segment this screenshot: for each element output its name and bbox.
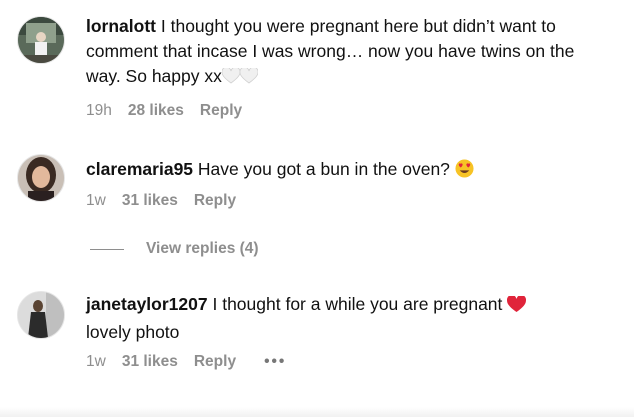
- avatar[interactable]: [17, 16, 65, 64]
- likes-count[interactable]: 28 likes: [128, 102, 184, 120]
- avatar-photo-icon: [18, 292, 64, 338]
- bottom-fade: [0, 407, 634, 417]
- likes-count[interactable]: 31 likes: [122, 192, 178, 210]
- avatar[interactable]: [17, 291, 65, 339]
- timestamp: 1w: [86, 353, 106, 370]
- timestamp: 1w: [86, 192, 106, 209]
- red-heart-icon: [507, 294, 527, 320]
- avatar-photo-icon: [18, 17, 64, 63]
- username[interactable]: janetaylor1207: [86, 294, 208, 314]
- view-replies-label: View replies (4): [146, 240, 259, 257]
- reply-button[interactable]: Reply: [194, 192, 236, 210]
- replies-divider: [90, 248, 124, 250]
- reply-button[interactable]: Reply: [194, 353, 236, 371]
- username[interactable]: claremaria95: [86, 159, 193, 179]
- white-heart-icon: [221, 66, 259, 92]
- comment-meta: 1w 31 likes Reply: [86, 191, 252, 211]
- username[interactable]: lornalott: [86, 16, 156, 36]
- timestamp: 19h: [86, 102, 112, 119]
- comment-body: Have you got a bun in the oven?: [197, 159, 450, 179]
- comment-text: claremaria95 Have you got a bun in the o…: [86, 157, 606, 185]
- more-options-icon[interactable]: •••: [264, 353, 286, 371]
- comment-body: I thought you were pregnant here but did…: [86, 16, 575, 86]
- comment-text: janetaylor1207 I thought for a while you…: [86, 292, 606, 345]
- comment-text: lornalott I thought you were pregnant he…: [86, 14, 606, 92]
- comment-meta: 19h 28 likes Reply: [86, 101, 258, 121]
- reply-button[interactable]: Reply: [200, 102, 242, 120]
- comment-meta: 1w 31 likes Reply •••: [86, 352, 302, 372]
- avatar[interactable]: [17, 154, 65, 202]
- comment-body: I thought for a while you are pregnant: [212, 294, 503, 314]
- view-replies-button[interactable]: View replies (4): [90, 238, 259, 260]
- likes-count[interactable]: 31 likes: [122, 353, 178, 371]
- comment-body-continued: lovely photo: [86, 322, 180, 342]
- heart-eyes-emoji-icon: [455, 159, 474, 185]
- avatar-photo-icon: [18, 155, 64, 201]
